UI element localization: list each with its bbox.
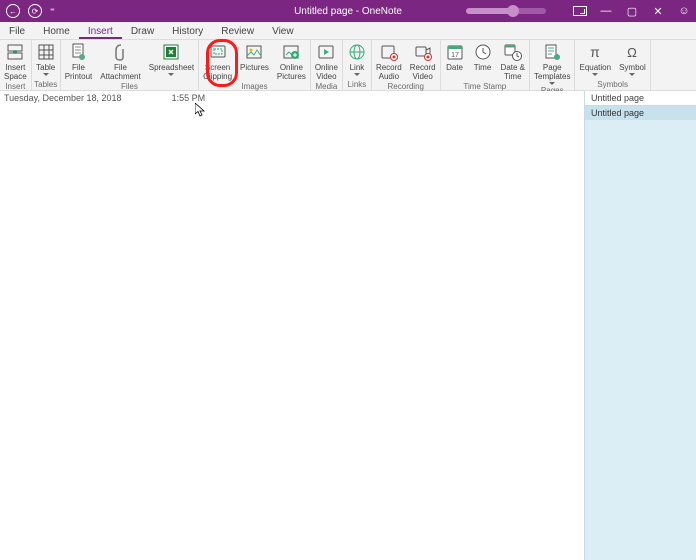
file-printout-button[interactable]: FilePrintout (61, 40, 97, 81)
minimize-button[interactable]: — (598, 3, 614, 19)
group-recording: RecordAudioRecordVideoRecording (372, 40, 441, 90)
file-printout-button-label: FilePrintout (65, 63, 93, 81)
face-icon[interactable]: ☺ (676, 3, 692, 19)
ribbon: InsertSpaceInsert Table Tables FilePrintout… (0, 40, 696, 91)
group-label: Symbols (575, 79, 649, 90)
file-attachment-icon (112, 43, 130, 61)
page-date: Tuesday, December 18, 2018 (4, 93, 122, 103)
online-video-icon (317, 43, 335, 61)
group-images: ScreenClippingPicturesOnlinePicturesImag… (199, 40, 311, 90)
link-icon (348, 43, 366, 61)
record-audio-button-label: RecordAudio (376, 63, 402, 81)
back-icon[interactable]: ← (6, 4, 20, 18)
symbol-icon (623, 43, 641, 61)
record-audio-icon (380, 43, 398, 61)
pictures-button[interactable]: Pictures (236, 40, 273, 81)
group-label: Tables (32, 79, 60, 90)
spreadsheet-button-label: Spreadsheet (149, 63, 194, 72)
time-button[interactable]: Time (469, 40, 497, 81)
group-insert: InsertSpaceInsert (0, 40, 32, 90)
spreadsheet-icon (162, 43, 180, 61)
group-tables: Table Tables (32, 40, 61, 90)
time-icon (474, 43, 492, 61)
group-files: FilePrintoutFileAttachmentSpreadsheetFil… (61, 40, 199, 90)
tab-file[interactable]: File (0, 24, 34, 39)
equation-icon (586, 43, 604, 61)
online-pictures-button-label: OnlinePictures (277, 63, 306, 81)
close-button[interactable]: ✕ (650, 3, 666, 19)
spreadsheet-button[interactable]: Spreadsheet (145, 40, 198, 81)
file-printout-icon (69, 43, 87, 61)
table-button[interactable]: Table (32, 40, 60, 79)
group-media: OnlineVideoMedia (311, 40, 343, 90)
group-label: Links (343, 79, 371, 90)
page-templates-button-label: PageTemplates (534, 63, 570, 81)
insert-space-icon (6, 43, 24, 61)
time-button-label: Time (474, 63, 491, 72)
online-pictures-icon (282, 43, 300, 61)
screen-clipping-button-label: ScreenClipping (203, 63, 232, 81)
group-time-stamp: DateTimeDate &TimeTime Stamp (441, 40, 530, 90)
record-video-button-label: RecordVideo (410, 63, 436, 81)
record-video-icon (414, 43, 432, 61)
link-button-label: Link (350, 63, 365, 72)
equation-button-label: Equation (579, 63, 611, 72)
page-time: 1:55 PM (172, 93, 206, 103)
sync-icon[interactable]: ⟳ (28, 4, 42, 18)
quick-access-customize[interactable]: ⁼ (50, 6, 55, 17)
symbol-button-label: Symbol (619, 63, 646, 72)
table-icon (37, 43, 55, 61)
tab-draw[interactable]: Draw (122, 24, 163, 39)
tab-insert[interactable]: Insert (79, 24, 122, 39)
cursor-icon (195, 103, 206, 122)
table-button-label: Table (36, 63, 55, 72)
online-pictures-button[interactable]: OnlinePictures (273, 40, 310, 81)
progress-slider[interactable] (466, 8, 546, 14)
screen-clipping-icon (209, 43, 227, 61)
titlebar: ← ⟳ ⁼ Untitled page - OneNote — ▢ ✕ ☺ (0, 0, 696, 22)
date-icon (446, 43, 464, 61)
page-templates-button[interactable]: PageTemplates (530, 40, 574, 85)
date-time-icon (504, 43, 522, 61)
page-canvas[interactable]: Tuesday, December 18, 2018 1:55 PM (0, 91, 584, 560)
tab-history[interactable]: History (163, 24, 212, 39)
record-video-button[interactable]: RecordVideo (406, 40, 440, 81)
maximize-button[interactable]: ▢ (624, 3, 640, 19)
page-templates-icon (543, 43, 561, 61)
insert-space-button-label: InsertSpace (4, 63, 27, 81)
group-links: Link Links (343, 40, 372, 90)
ribbon-display-options[interactable] (572, 3, 588, 19)
page-list-panel: Untitled page Untitled page (584, 91, 696, 560)
date-button[interactable]: Date (441, 40, 469, 81)
group-pages: PageTemplatesPages (530, 40, 575, 90)
group-symbols: Equation Symbol Symbols (575, 40, 650, 90)
pictures-button-label: Pictures (240, 63, 269, 72)
equation-button[interactable]: Equation (575, 40, 615, 79)
date-time-button[interactable]: Date &Time (497, 40, 529, 81)
online-video-button[interactable]: OnlineVideo (311, 40, 342, 81)
window-title: Untitled page - OneNote (294, 6, 402, 17)
tab-view[interactable]: View (263, 24, 303, 39)
page-list-header[interactable]: Untitled page (585, 91, 696, 106)
link-button[interactable]: Link (343, 40, 371, 79)
record-audio-button[interactable]: RecordAudio (372, 40, 406, 81)
tab-home[interactable]: Home (34, 24, 79, 39)
screen-clipping-button[interactable]: ScreenClipping (199, 40, 236, 81)
online-video-button-label: OnlineVideo (315, 63, 338, 81)
page-list-item[interactable]: Untitled page (585, 106, 696, 120)
date-button-label: Date (446, 63, 463, 72)
insert-space-button[interactable]: InsertSpace (0, 40, 31, 81)
symbol-button[interactable]: Symbol (615, 40, 650, 79)
pictures-icon (245, 43, 263, 61)
tab-review[interactable]: Review (212, 24, 263, 39)
tab-bar: FileHomeInsertDrawHistoryReviewView (0, 22, 696, 40)
file-attachment-button[interactable]: FileAttachment (96, 40, 144, 81)
date-time-button-label: Date &Time (501, 63, 525, 81)
file-attachment-button-label: FileAttachment (100, 63, 140, 81)
